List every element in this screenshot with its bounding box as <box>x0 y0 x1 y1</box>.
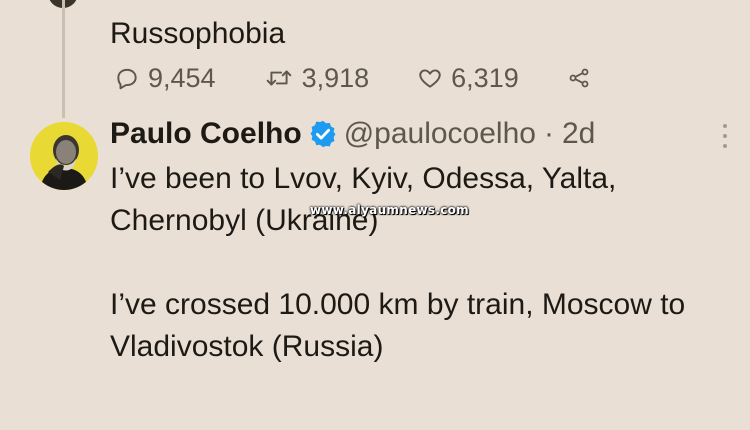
previous-tweet-text: Russophobia <box>110 17 286 50</box>
previous-tweet-actions: 9,454 3,918 6,319 <box>114 60 591 96</box>
tweet-timestamp[interactable]: 2d <box>562 117 595 151</box>
author-handle[interactable]: @paulocoelho <box>344 117 536 151</box>
watermark-text: www.alyaumnews.com <box>310 203 469 217</box>
header-separator: · <box>543 117 554 150</box>
like-button[interactable]: 6,319 <box>417 63 519 94</box>
tweet-paragraph: I’ve been to Lvov, Kyiv, Odessa, Yalta, … <box>110 162 617 237</box>
thread-connector-line <box>62 0 65 118</box>
like-count: 6,319 <box>451 62 519 93</box>
heart-icon <box>417 65 443 91</box>
retweet-count: 3,918 <box>301 62 370 93</box>
tweet-body: I’ve been to Lvov, Kyiv, Odessa, Yalta, … <box>110 158 730 368</box>
avatar[interactable] <box>30 122 98 190</box>
reply-icon <box>114 65 140 91</box>
tweet-header: Paulo Coelho @paulocoelho · 2d <box>110 113 595 155</box>
tweet-paragraph: I’ve crossed 10.000 km by train, Moscow … <box>110 288 686 363</box>
author-name[interactable]: Paulo Coelho <box>110 117 302 151</box>
retweet-button[interactable]: 3,918 <box>264 62 370 94</box>
reply-button[interactable]: 9,454 <box>114 63 216 94</box>
share-button[interactable] <box>567 66 591 90</box>
retweet-icon <box>264 65 294 91</box>
verified-badge-icon <box>302 119 338 149</box>
share-icon <box>567 66 591 90</box>
more-options-icon[interactable] <box>720 124 730 148</box>
tweet-thread-screen: Russophobia 9,454 3,918 6,319 Paulo Coel… <box>0 0 750 430</box>
reply-count: 9,454 <box>148 62 216 93</box>
